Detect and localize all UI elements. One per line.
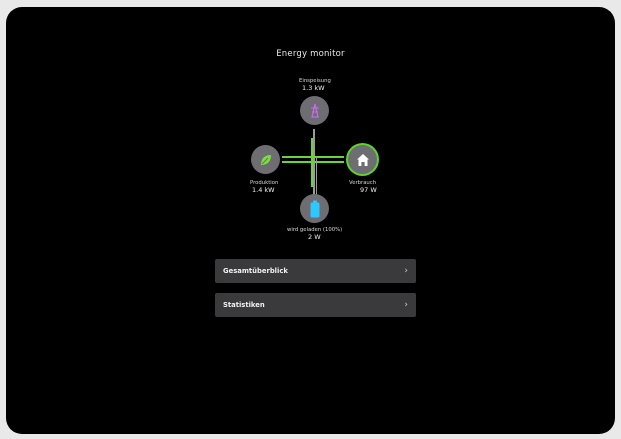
flow-line-feed-in <box>313 129 315 199</box>
statistics-label: Statistiken <box>223 301 265 309</box>
overview-label: Gesamtüberblick <box>223 267 288 275</box>
consumption-node[interactable] <box>348 145 377 174</box>
page-title: Energy monitor <box>276 49 345 59</box>
chevron-right-icon: › <box>404 266 408 276</box>
flow-line-production-top <box>282 156 344 158</box>
feed-in-node[interactable] <box>300 96 329 125</box>
statistics-menu-item[interactable]: Statistiken › <box>215 293 416 317</box>
overview-menu-item[interactable]: Gesamtüberblick › <box>215 259 416 283</box>
leaf-icon <box>260 154 271 165</box>
production-node[interactable] <box>251 145 280 174</box>
app-screen: Energy monitor Einspeisung 1.3 kW Produk… <box>6 7 615 434</box>
battery-node[interactable] <box>300 194 329 223</box>
home-icon <box>356 153 369 166</box>
battery-value: 2 W <box>308 233 321 241</box>
transmission-tower-icon <box>310 103 319 118</box>
battery-icon <box>310 200 319 217</box>
production-value: 1.4 kW <box>252 186 275 194</box>
flow-line-vertical-green <box>311 138 313 187</box>
flow-line-battery <box>316 157 317 199</box>
feed-in-value: 1.3 kW <box>302 84 325 92</box>
chevron-right-icon: › <box>404 300 408 310</box>
flow-line-production-bottom <box>282 161 344 163</box>
consumption-value: 97 W <box>360 186 377 194</box>
